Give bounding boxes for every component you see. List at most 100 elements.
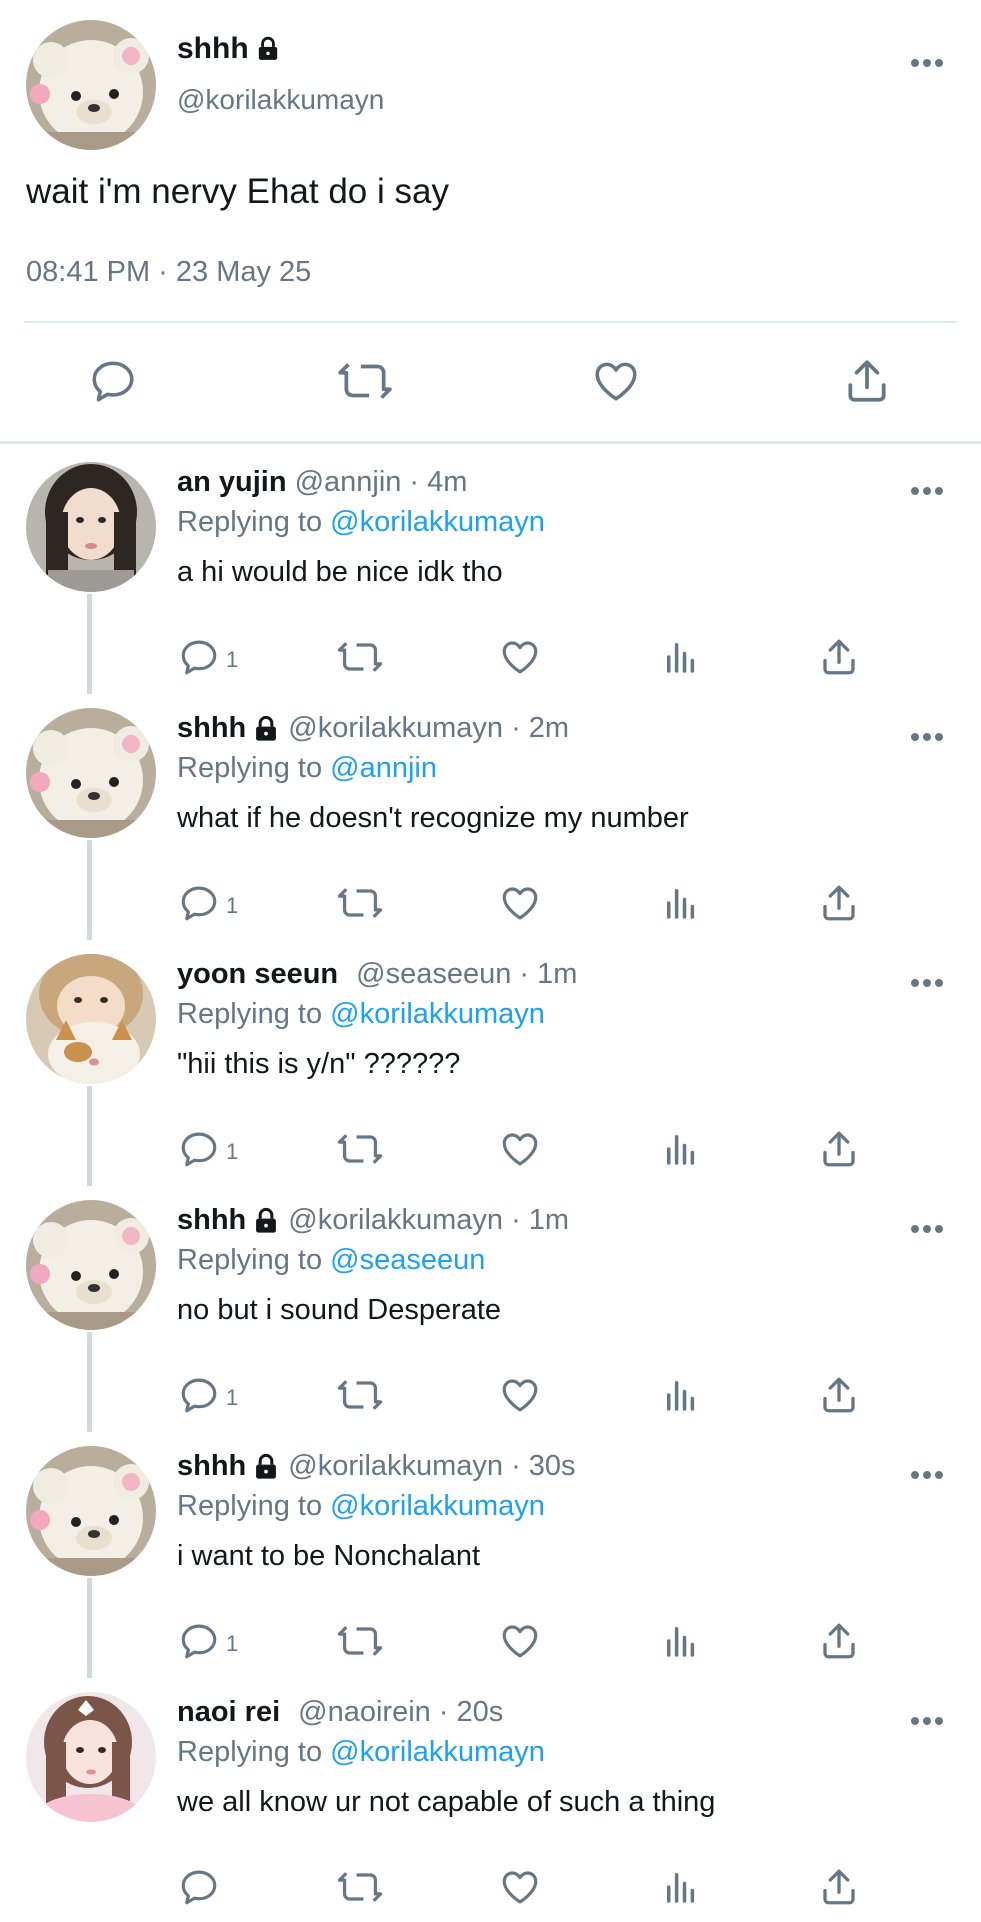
reply-tweet[interactable]: shhh @korilakkumayn · 30s Replying to @k… <box>0 1430 981 1676</box>
display-name[interactable]: shhh <box>177 712 246 745</box>
reply-icon <box>178 636 220 683</box>
more-icon[interactable] <box>909 1468 945 1480</box>
retweet-icon[interactable] <box>336 356 394 411</box>
mention-link[interactable]: @seaseeun <box>330 1244 485 1276</box>
reply-action-bar: 1 <box>0 1128 981 1174</box>
reply-button[interactable]: 1 <box>178 1374 238 1421</box>
user-handle[interactable]: @seaseeun <box>356 958 511 991</box>
user-handle[interactable]: @annjin <box>295 466 402 499</box>
display-name[interactable]: shhh <box>177 1450 246 1483</box>
analytics-icon[interactable] <box>660 636 702 678</box>
reply-tweet[interactable]: naoi rei @naoirein · 20s Replying to @ko… <box>0 1676 981 1922</box>
analytics-icon[interactable] <box>660 1620 702 1662</box>
more-icon[interactable] <box>909 1714 945 1726</box>
avatar[interactable] <box>26 462 156 592</box>
reply-button[interactable]: 1 <box>178 882 238 929</box>
reply-icon[interactable] <box>88 356 138 411</box>
user-handle[interactable]: @korilakkumayn <box>288 1204 503 1237</box>
reply-header: shhh @korilakkumayn · 1m <box>177 1204 569 1237</box>
more-icon[interactable] <box>909 56 945 68</box>
user-handle[interactable]: @korilakkumayn <box>288 712 503 745</box>
avatar[interactable] <box>26 954 156 1084</box>
main-action-bar <box>0 356 981 412</box>
display-name[interactable]: an yujin <box>177 466 287 499</box>
user-handle[interactable]: @korilakkumayn <box>288 1450 503 1483</box>
retweet-icon[interactable] <box>336 1128 384 1170</box>
like-icon[interactable] <box>498 1128 542 1170</box>
lock-icon <box>252 1453 280 1481</box>
reply-time: · 4m <box>409 466 468 498</box>
like-icon[interactable] <box>590 356 642 411</box>
main-name-row: shhh <box>177 32 281 66</box>
more-icon[interactable] <box>909 484 945 496</box>
mention-link[interactable]: @korilakkumayn <box>330 1490 545 1522</box>
display-name[interactable]: shhh <box>177 32 249 66</box>
share-icon[interactable] <box>818 1374 860 1416</box>
retweet-icon[interactable] <box>336 1620 384 1662</box>
reply-time: · 30s <box>511 1450 576 1482</box>
bear-plush-avatar-image <box>26 1446 156 1576</box>
share-icon[interactable] <box>818 882 860 924</box>
like-icon[interactable] <box>498 1620 542 1662</box>
display-name[interactable]: naoi rei <box>177 1696 280 1729</box>
reply-button[interactable]: 1 <box>178 1620 238 1667</box>
retweet-icon[interactable] <box>336 882 384 924</box>
reply-tweet[interactable]: shhh @korilakkumayn · 1m Replying to @se… <box>0 1184 981 1430</box>
like-icon[interactable] <box>498 1374 542 1416</box>
mention-link[interactable]: @korilakkumayn <box>330 506 545 538</box>
display-name[interactable]: shhh <box>177 1204 246 1237</box>
reply-icon <box>178 1866 220 1913</box>
reply-header: shhh @korilakkumayn · 30s <box>177 1450 576 1483</box>
analytics-icon[interactable] <box>660 882 702 924</box>
like-icon[interactable] <box>498 882 542 924</box>
avatar[interactable] <box>26 1200 156 1330</box>
reply-button[interactable]: 1 <box>178 1128 238 1175</box>
reply-count: 1 <box>226 1384 239 1410</box>
reply-tweet[interactable]: yoon seeun @seaseeun · 1m Replying to @k… <box>0 938 981 1184</box>
user-handle[interactable]: @korilakkumayn <box>177 84 384 116</box>
mention-link[interactable]: @korilakkumayn <box>330 998 545 1030</box>
avatar[interactable] <box>26 1692 156 1822</box>
analytics-icon[interactable] <box>660 1374 702 1416</box>
avatar[interactable] <box>26 708 156 838</box>
share-icon[interactable] <box>818 1128 860 1170</box>
reply-header: yoon seeun @seaseeun · 1m <box>177 958 577 991</box>
more-icon[interactable] <box>909 976 945 988</box>
reply-button[interactable] <box>178 1866 226 1913</box>
like-icon[interactable] <box>498 636 542 678</box>
more-icon[interactable] <box>909 730 945 742</box>
analytics-icon[interactable] <box>660 1128 702 1170</box>
avatar[interactable] <box>26 1446 156 1576</box>
more-icon[interactable] <box>909 1222 945 1234</box>
replying-prefix: Replying to <box>177 998 323 1030</box>
retweet-icon[interactable] <box>336 1866 384 1908</box>
retweet-icon[interactable] <box>336 636 384 678</box>
share-icon[interactable] <box>818 1620 860 1662</box>
user-handle[interactable]: @naoirein <box>298 1696 431 1729</box>
replying-to: Replying to @korilakkumayn <box>177 1736 545 1769</box>
reply-button[interactable]: 1 <box>178 636 238 683</box>
display-name[interactable]: yoon seeun <box>177 958 338 991</box>
share-icon[interactable] <box>818 636 860 678</box>
replying-to: Replying to @annjin <box>177 752 437 785</box>
reply-text: we all know ur not capable of such a thi… <box>177 1786 716 1818</box>
share-icon[interactable] <box>818 1866 860 1908</box>
reply-count: 1 <box>226 646 239 672</box>
reply-time: · 1m <box>519 958 578 990</box>
reply-tweet[interactable]: shhh @korilakkumayn · 2m Replying to @an… <box>0 692 981 938</box>
reply-tweet[interactable]: an yujin @annjin · 4m Replying to @koril… <box>0 446 981 692</box>
share-icon[interactable] <box>842 356 892 411</box>
analytics-icon[interactable] <box>660 1866 702 1908</box>
reply-text: no but i sound Desperate <box>177 1294 502 1326</box>
bear-plush-avatar-image <box>26 1200 156 1330</box>
replying-prefix: Replying to <box>177 752 323 784</box>
retweet-icon[interactable] <box>336 1374 384 1416</box>
like-icon[interactable] <box>498 1866 542 1908</box>
avatar[interactable] <box>26 20 156 150</box>
mention-link[interactable]: @annjin <box>330 752 437 784</box>
replying-to: Replying to @korilakkumayn <box>177 506 545 539</box>
lock-icon <box>252 1207 280 1235</box>
reply-icon <box>178 882 220 929</box>
mention-link[interactable]: @korilakkumayn <box>330 1736 545 1768</box>
reply-text: what if he doesn't recognize my number <box>177 802 689 834</box>
